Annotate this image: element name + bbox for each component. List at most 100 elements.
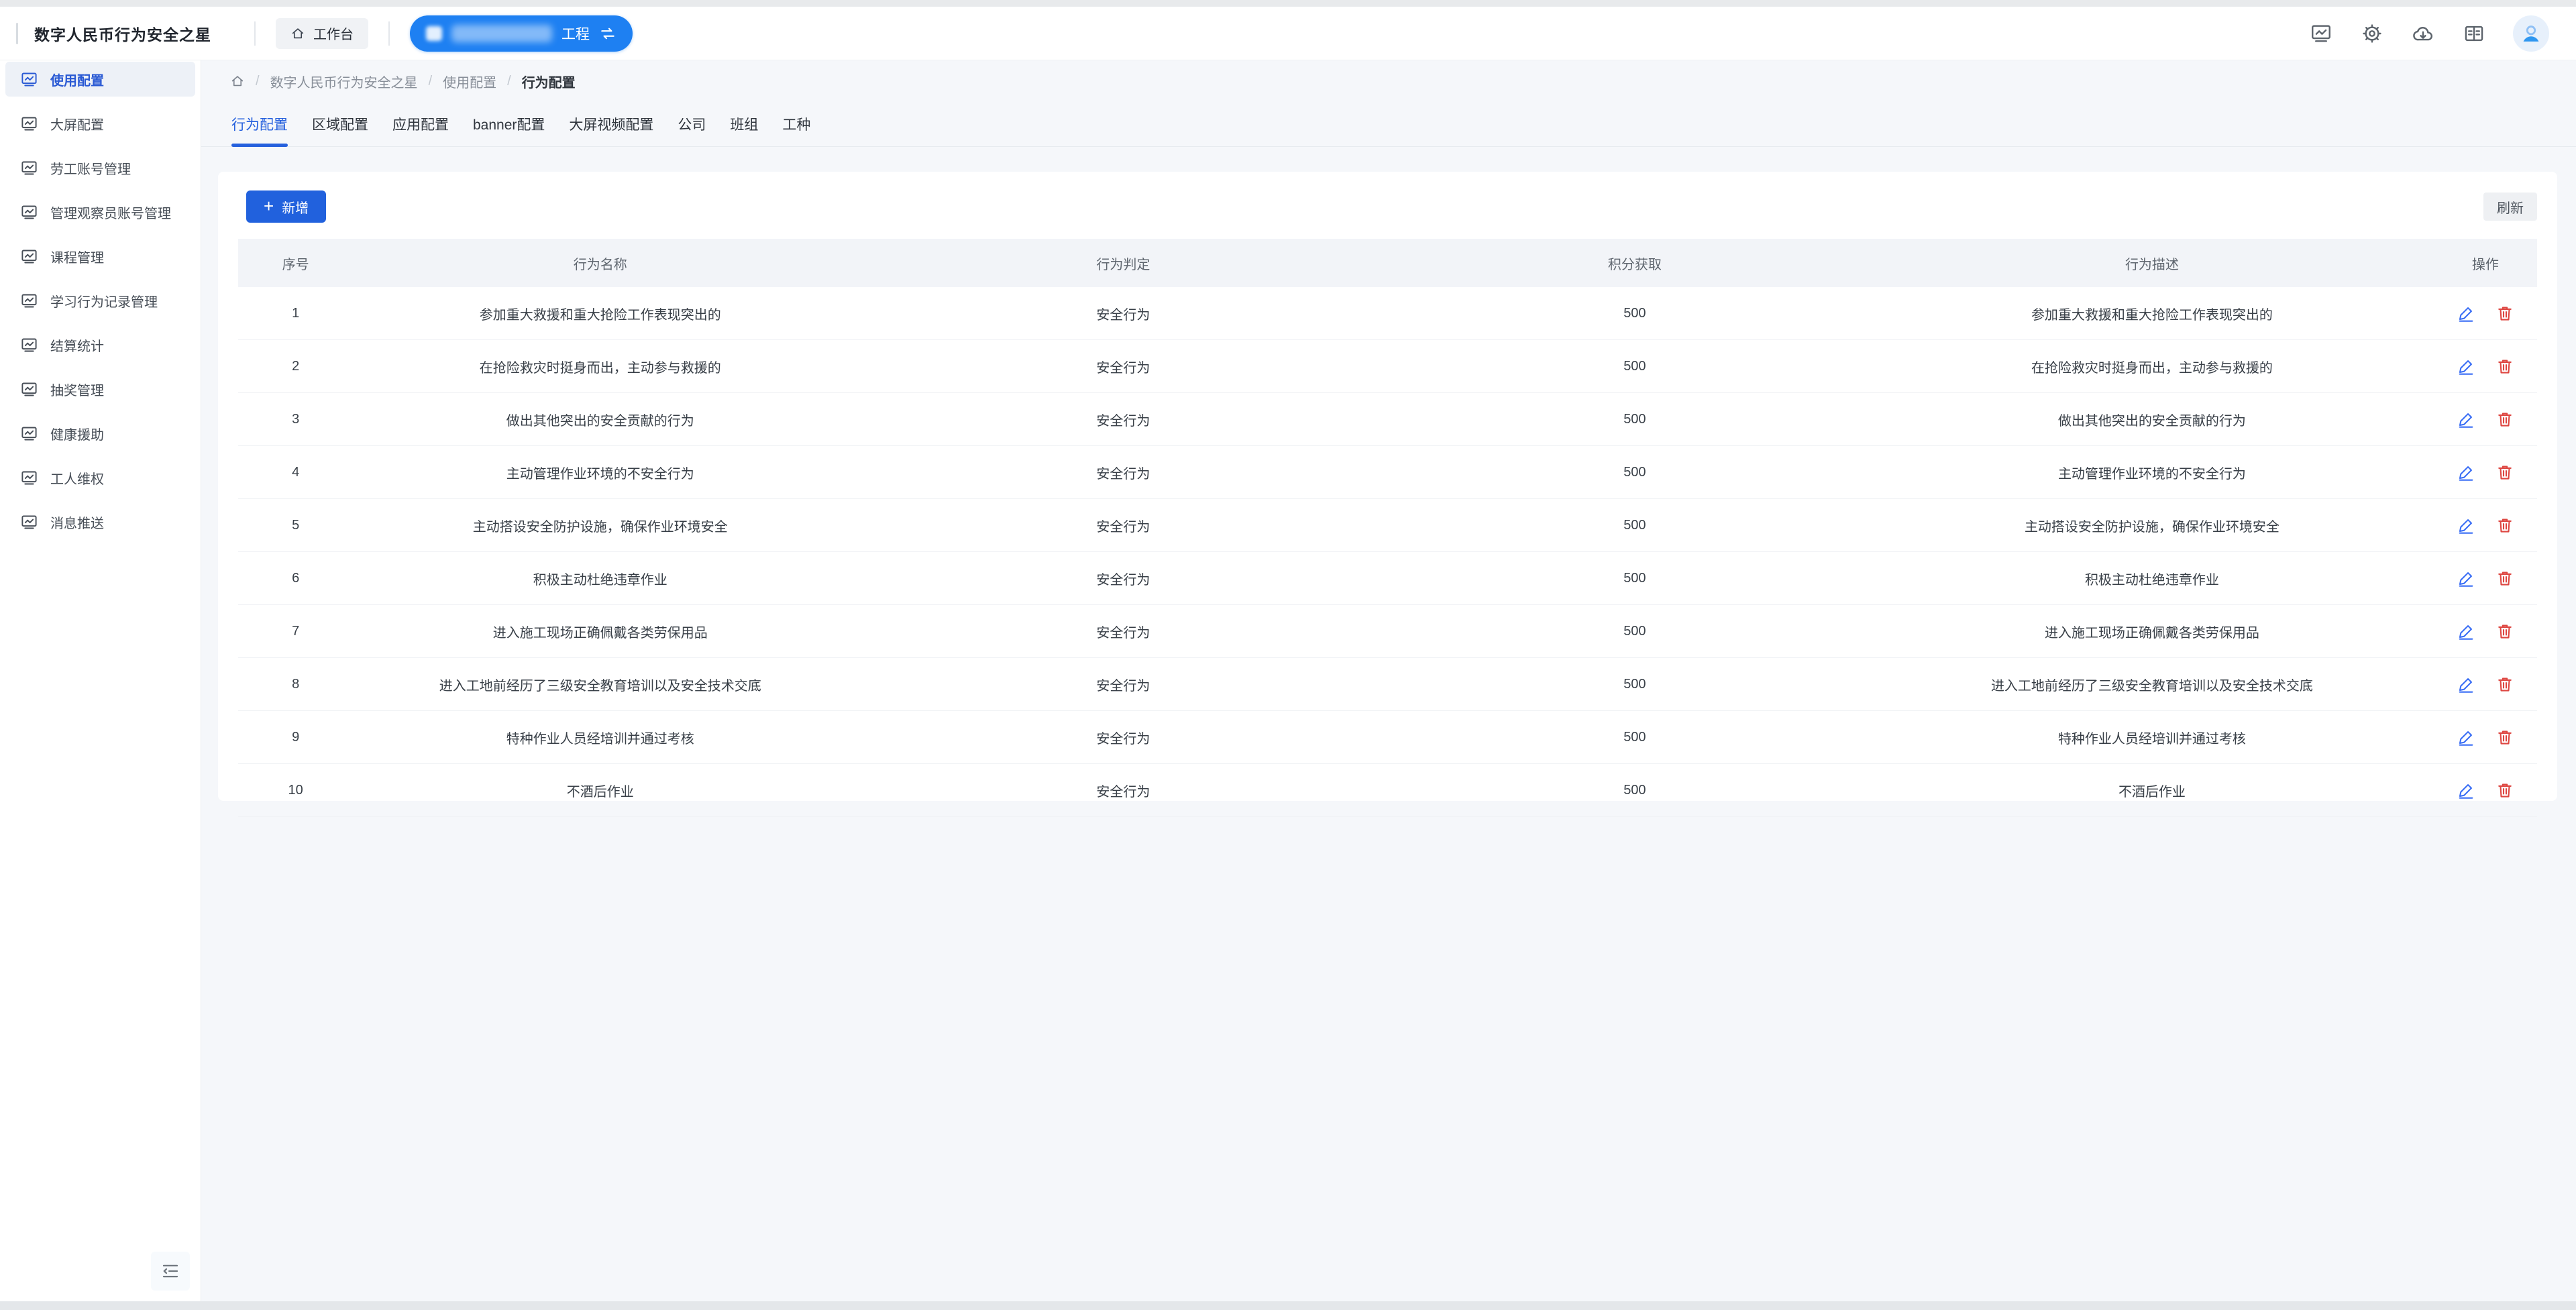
sidebar-item-8[interactable]: 健康援助 [5,416,195,451]
edit-pencil-icon [2457,463,2475,482]
tab[interactable]: 大屏视频配置 [569,114,653,146]
sidebar-menu: 使用配置 大屏配置 [0,62,201,539]
settings-button[interactable] [2360,21,2384,46]
cloud-download-button[interactable] [2411,21,2435,46]
monitor-chart-icon [20,513,38,531]
delete-button[interactable] [2496,569,2514,588]
sidebar-item-label: 结算统计 [50,335,104,355]
edit-button[interactable] [2457,516,2475,535]
tab-label: 大屏视频配置 [569,117,653,133]
dashboard-button[interactable] [2309,21,2333,46]
edit-button[interactable] [2457,357,2475,376]
breadcrumb-item[interactable]: / 数字人民币行为安全之星 [245,72,418,91]
tab[interactable]: 应用配置 [392,114,449,146]
delete-button[interactable] [2496,675,2514,694]
delete-button[interactable] [2496,781,2514,800]
sidebar-item-7[interactable]: 抽奖管理 [5,372,195,406]
collapse-sidebar-button[interactable] [151,1252,190,1291]
gear-icon [2361,22,2383,45]
trash-icon [2496,569,2514,588]
edit-button[interactable] [2457,781,2475,800]
cell-name: 进入施工现场正确佩戴各类劳保用品 [353,605,847,658]
docs-button[interactable] [2462,21,2486,46]
cell-name: 参加重大救援和重大抢险工作表现突出的 [353,287,847,340]
table-row-9: 9 特种作业人员经培训并通过考核 安全行为 500 特种作业人员经培训并通过考核 [238,711,2537,764]
tab[interactable]: 公司 [678,114,706,146]
monitor-chart-icon [20,425,38,443]
edit-button[interactable] [2457,728,2475,747]
workbench-label: 工作台 [313,23,354,43]
sidebar-item-1[interactable]: 大屏配置 [5,106,195,141]
edit-button[interactable] [2457,304,2475,323]
delete-button[interactable] [2496,357,2514,376]
sidebar-item-10[interactable]: 消息推送 [5,504,195,539]
cell-index: 5 [238,499,353,552]
add-button[interactable]: + 新增 [246,190,326,223]
cell-description: 特种作业人员经培训并通过考核 [1870,711,2434,764]
sidebar-item-label: 劳工账号管理 [50,158,131,178]
delete-button[interactable] [2496,622,2514,641]
tab[interactable]: 区域配置 [312,114,368,146]
cloud-download-icon [2412,22,2434,45]
breadcrumb-item[interactable]: / 行为配置 [496,72,576,91]
header-actions [2309,15,2549,52]
edit-pencil-icon [2457,410,2475,429]
sidebar-item-label: 使用配置 [50,70,104,89]
table-row-3: 3 做出其他突出的安全贡献的行为 安全行为 500 做出其他突出的安全贡献的行为 [238,393,2537,446]
breadcrumb-home-icon[interactable] [230,74,245,89]
delete-button[interactable] [2496,410,2514,429]
breadcrumb-item[interactable]: / 使用配置 [418,72,497,91]
delete-button[interactable] [2496,463,2514,482]
workbench-button[interactable]: 工作台 [276,18,368,49]
refresh-button[interactable]: 刷新 [2483,193,2537,221]
edit-button[interactable] [2457,463,2475,482]
cell-index: 1 [238,287,353,340]
edit-pencil-icon [2457,304,2475,323]
edit-button[interactable] [2457,622,2475,641]
cell-points: 500 [1399,764,1871,817]
breadcrumb-separator: / [429,74,433,89]
sidebar-item-6[interactable]: 结算统计 [5,327,195,362]
tab[interactable]: 工种 [782,114,810,146]
user-avatar[interactable] [2513,15,2549,52]
cell-points: 500 [1399,658,1871,711]
cell-index: 4 [238,446,353,499]
sidebar-item-4[interactable]: 课程管理 [5,239,195,274]
monitor-chart-icon [20,115,38,133]
sidebar-item-label: 工人维权 [50,468,104,488]
tab-label: 公司 [678,117,706,133]
edit-button[interactable] [2457,569,2475,588]
monitor-chart-icon [20,336,38,354]
tab[interactable]: banner配置 [473,114,545,146]
delete-button[interactable] [2496,516,2514,535]
sidebar-item-0[interactable]: 使用配置 [5,62,195,97]
sidebar-item-5[interactable]: 学习行为记录管理 [5,283,195,318]
app-title: 数字人民币行为安全之星 [34,22,211,45]
tab[interactable]: 行为配置 [231,114,288,146]
window-top-edge [0,0,2576,7]
trash-icon [2496,622,2514,641]
edit-button[interactable] [2457,410,2475,429]
collapse-sidebar-icon [160,1261,180,1281]
column-header-index: 序号 [238,239,353,287]
tab-label: banner配置 [473,117,545,133]
refresh-button-label: 刷新 [2497,201,2524,216]
cell-description: 主动搭设安全防护设施，确保作业环境安全 [1870,499,2434,552]
monitor-chart-icon [2310,22,2332,45]
brand-accent-bar [16,23,18,44]
tab[interactable]: 班组 [730,114,758,146]
project-switcher[interactable]: 工程 [410,15,633,52]
edit-pencil-icon [2457,569,2475,588]
sidebar-item-2[interactable]: 劳工账号管理 [5,150,195,185]
content-card: + 新增 刷新 序号 行为名称 行为判定 积分获取 [218,172,2557,801]
table-row-8: 8 进入工地前经历了三级安全教育培训以及安全技术交底 安全行为 500 进入工地… [238,658,2537,711]
sidebar-item-3[interactable]: 管理观察员账号管理 [5,195,195,229]
cell-judgement: 安全行为 [847,446,1399,499]
delete-button[interactable] [2496,304,2514,323]
cell-name: 特种作业人员经培训并通过考核 [353,711,847,764]
user-icon [2518,21,2544,46]
edit-button[interactable] [2457,675,2475,694]
project-name-masked [426,26,442,41]
sidebar-item-9[interactable]: 工人维权 [5,460,195,495]
delete-button[interactable] [2496,728,2514,747]
